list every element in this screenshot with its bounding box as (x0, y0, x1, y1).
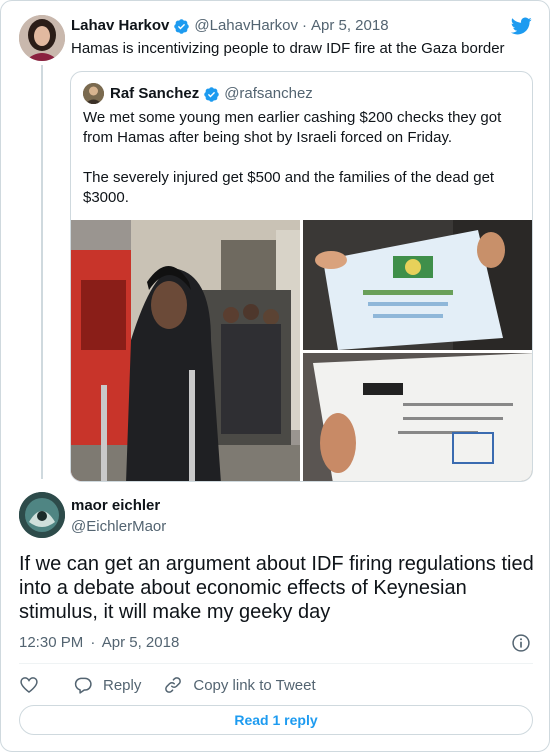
parent-tweet-text: Hamas is incentivizing people to draw ID… (71, 40, 505, 57)
reply-timestamp[interactable]: 12:30 PM · Apr 5, 2018 (19, 633, 179, 653)
verified-badge-icon (174, 18, 190, 34)
copy-link-label[interactable]: Copy link to Tweet (193, 677, 315, 694)
reply-author-handle[interactable]: @EichlerMaor (71, 517, 166, 537)
maor-eichler-avatar[interactable] (19, 492, 65, 538)
parent-author-handle[interactable]: @LahavHarkov (194, 16, 298, 36)
parent-tweet-date[interactable]: Apr 5, 2018 (311, 16, 389, 36)
reply-time[interactable]: 12:30 PM (19, 634, 83, 651)
verified-badge-icon (204, 86, 219, 102)
action-divider (19, 663, 533, 664)
raf-sanchez-avatar (83, 83, 104, 104)
reply-button[interactable]: Reply (73, 675, 141, 695)
thread-connector-line (41, 65, 43, 479)
read-replies-button[interactable]: Read 1 reply (19, 705, 533, 735)
link-icon (165, 677, 182, 693)
info-icon[interactable] (511, 633, 531, 653)
photo-man-with-crutches[interactable] (71, 220, 300, 481)
lahav-harkov-avatar[interactable] (19, 15, 65, 61)
photo-check-back[interactable] (303, 353, 532, 481)
quoted-media-grid (71, 220, 532, 481)
quoted-tweet-text: We met some young men earlier cashing $2… (83, 108, 523, 208)
quoted-author-name: Raf Sanchez (110, 85, 200, 102)
reply-author-name[interactable]: maor eichler (71, 496, 160, 516)
quoted-tweet-header: Raf Sanchez @rafsanchez (110, 84, 313, 104)
embedded-tweet-card: Lahav Harkov @LahavHarkov · Apr 5, 2018 … (0, 0, 550, 752)
parent-tweet-header: Lahav Harkov @LahavHarkov · Apr 5, 2018 (71, 16, 389, 36)
quoted-text-paragraph-1: We met some young men earlier cashing $2… (83, 109, 502, 146)
meta-separator: · (90, 634, 96, 651)
reply-icon (74, 677, 92, 694)
quoted-author-handle: @rafsanchez (224, 85, 313, 102)
copy-link-button[interactable]: Copy link to Tweet (163, 675, 316, 695)
photo-check-front[interactable] (303, 220, 532, 350)
reply-date[interactable]: Apr 5, 2018 (102, 634, 180, 651)
twitter-bird-icon[interactable] (509, 15, 533, 37)
like-button[interactable] (19, 675, 39, 695)
tweet-actions: Reply Copy link to Tweet (19, 673, 316, 697)
reply-label[interactable]: Reply (103, 677, 141, 694)
reply-tweet-text: If we can get an argument about IDF firi… (19, 553, 534, 623)
parent-author-name[interactable]: Lahav Harkov (71, 16, 169, 36)
header-separator: · (302, 17, 307, 34)
quoted-tweet[interactable]: Raf Sanchez @rafsanchez We met some youn… (70, 71, 533, 482)
heart-icon (20, 677, 38, 694)
quoted-text-paragraph-2: The severely injured get $500 and the fa… (83, 169, 495, 206)
